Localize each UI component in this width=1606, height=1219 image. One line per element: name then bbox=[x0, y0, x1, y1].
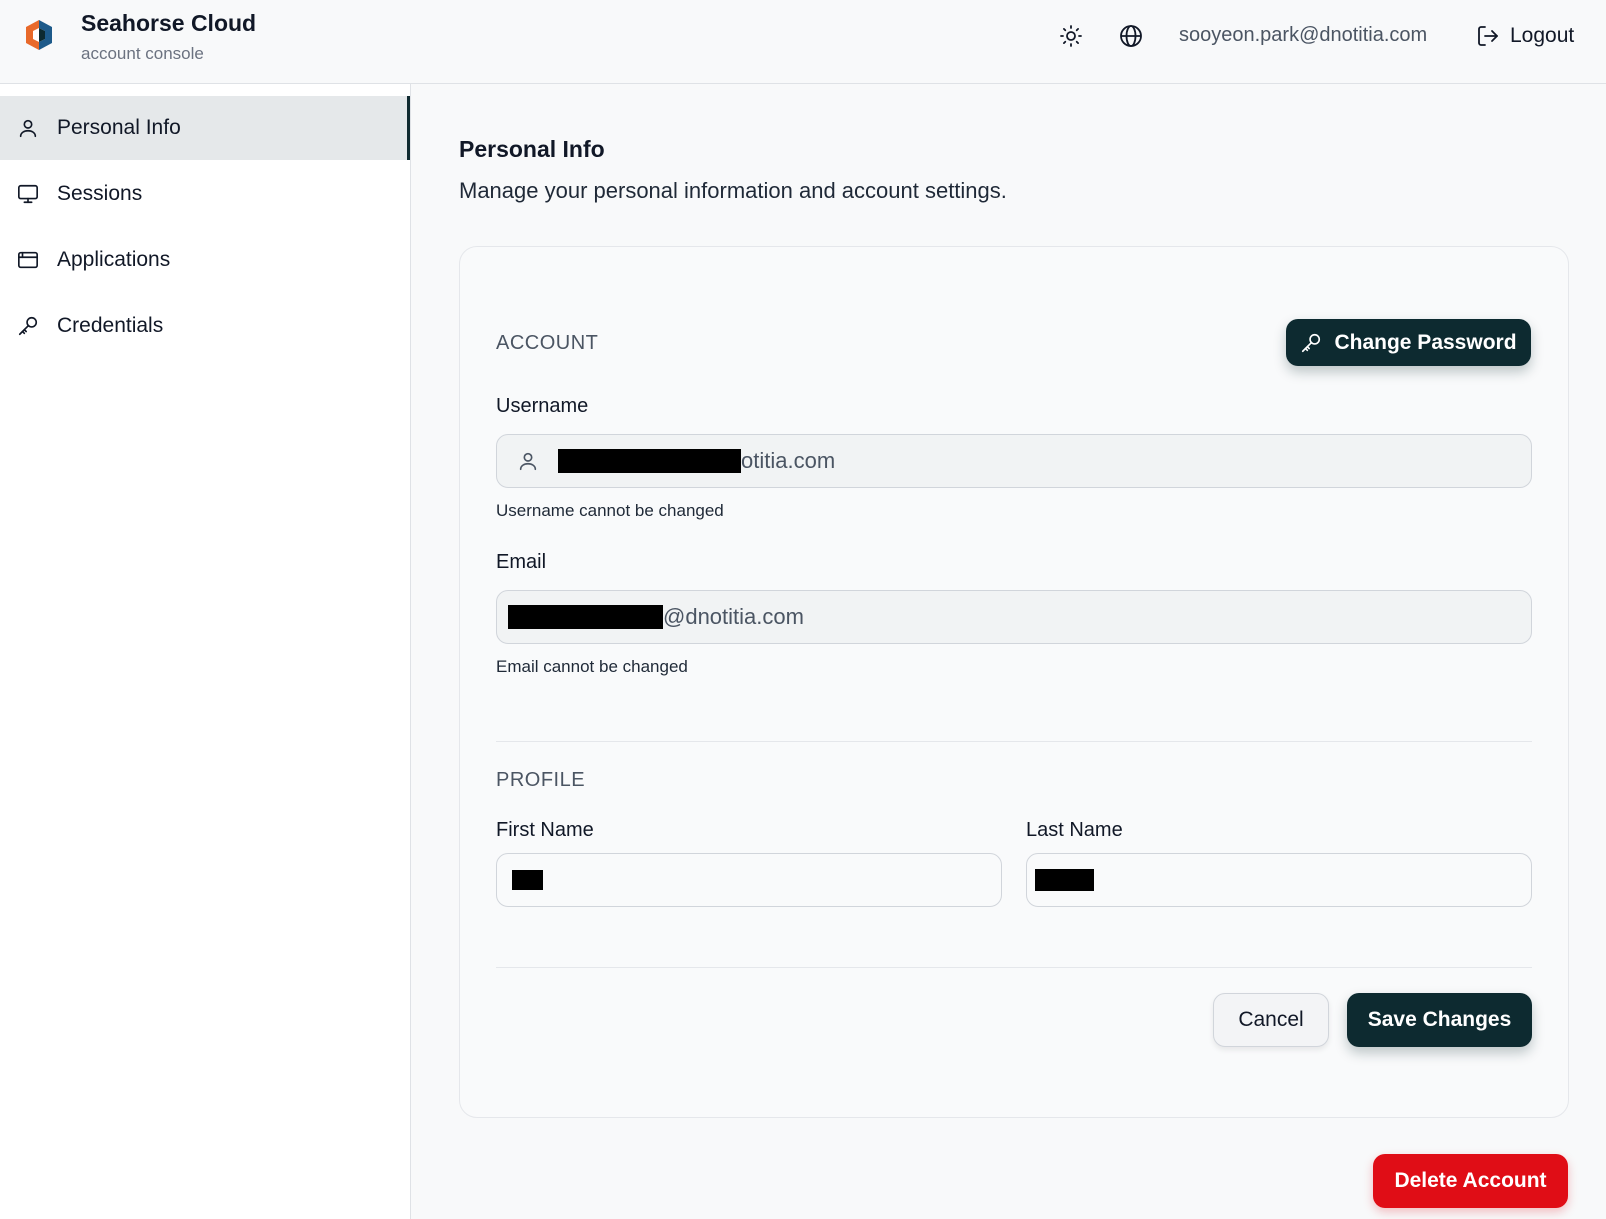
logout-button[interactable]: Logout bbox=[1476, 20, 1574, 52]
window-icon bbox=[16, 248, 40, 272]
last-name-label: Last Name bbox=[1026, 819, 1123, 841]
redacted-text bbox=[512, 870, 543, 890]
profile-section-title: PROFILE bbox=[496, 769, 586, 791]
username-label: Username bbox=[496, 395, 589, 417]
email-input[interactable]: @dnotitia.com bbox=[496, 590, 1532, 644]
sidebar-item-applications[interactable]: Applications bbox=[0, 228, 410, 292]
email-hint: Email cannot be changed bbox=[496, 657, 688, 676]
first-name-label: First Name bbox=[496, 819, 594, 841]
globe-icon[interactable] bbox=[1118, 23, 1144, 49]
sidebar-item-label: Personal Info bbox=[57, 116, 181, 139]
top-header: Seahorse Cloud account console sooyeon.p… bbox=[0, 0, 1606, 84]
change-password-label: Change Password bbox=[1334, 330, 1517, 354]
logout-icon bbox=[1478, 26, 1498, 46]
section-divider bbox=[496, 741, 1532, 742]
delete-account-button[interactable]: Delete Account bbox=[1373, 1154, 1568, 1208]
username-hint: Username cannot be changed bbox=[496, 501, 724, 520]
sun-icon[interactable] bbox=[1058, 23, 1084, 49]
user-icon bbox=[519, 452, 537, 471]
sidebar-item-sessions[interactable]: Sessions bbox=[0, 162, 410, 226]
brand-title: Seahorse Cloud bbox=[81, 10, 257, 36]
user-icon bbox=[16, 116, 40, 140]
page-title: Personal Info bbox=[459, 136, 605, 162]
save-changes-button[interactable]: Save Changes bbox=[1347, 993, 1532, 1047]
first-name-input[interactable] bbox=[496, 853, 1002, 907]
email-value: @dnotitia.com bbox=[663, 604, 804, 629]
sidebar-item-label: Sessions bbox=[57, 182, 143, 205]
sidebar: Personal Info Sessions Applications Cred… bbox=[0, 84, 411, 1219]
seahorse-logo-icon bbox=[26, 20, 52, 50]
redacted-text bbox=[508, 605, 663, 629]
logout-label: Logout bbox=[1510, 24, 1575, 47]
email-label: Email bbox=[496, 551, 547, 573]
change-password-button[interactable]: Change Password bbox=[1286, 319, 1531, 366]
username-value: otitia.com bbox=[741, 448, 836, 473]
page-subtitle: Manage your personal information and acc… bbox=[459, 178, 1007, 203]
redacted-text bbox=[1035, 869, 1094, 891]
sidebar-item-label: Applications bbox=[57, 248, 171, 271]
sidebar-item-personal-info[interactable]: Personal Info bbox=[0, 96, 410, 160]
sidebar-item-credentials[interactable]: Credentials bbox=[0, 294, 410, 358]
sidebar-item-label: Credentials bbox=[57, 314, 164, 337]
actions-divider bbox=[496, 967, 1532, 968]
user-email: sooyeon.park@dnotitia.com bbox=[1179, 24, 1428, 46]
monitor-icon bbox=[16, 182, 40, 206]
key-icon bbox=[16, 314, 40, 338]
key-icon bbox=[1302, 333, 1321, 352]
personal-info-card: ACCOUNT Change Password Username otitia.… bbox=[459, 246, 1569, 1118]
account-section-title: ACCOUNT bbox=[496, 332, 599, 354]
username-input[interactable]: otitia.com bbox=[496, 434, 1532, 488]
cancel-button[interactable]: Cancel bbox=[1213, 993, 1329, 1047]
redacted-text bbox=[558, 449, 741, 473]
last-name-input[interactable] bbox=[1026, 853, 1532, 907]
brand-subtitle: account console bbox=[81, 44, 204, 63]
